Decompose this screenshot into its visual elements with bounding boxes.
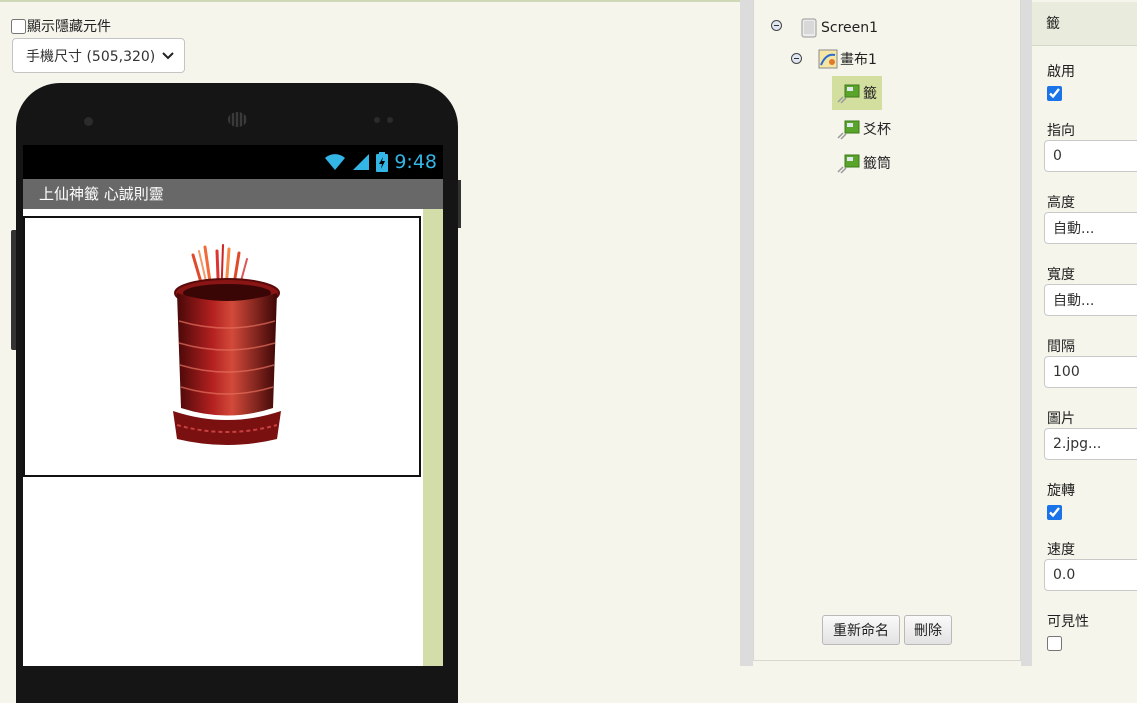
show-hidden-components-toggle[interactable]: 顯示隱藏元件: [11, 16, 111, 36]
tree-node-canvas1[interactable]: 畫布1: [818, 46, 877, 72]
tree-node-label: 爻杯: [863, 122, 891, 138]
panel-divider[interactable]: [1021, 0, 1032, 666]
phone-screen: 9:48 上仙神籤 心誠則靈: [23, 145, 443, 666]
width-input[interactable]: 自動...: [1044, 284, 1137, 316]
speed-label: 速度: [1047, 542, 1075, 558]
battery-icon: [376, 152, 389, 172]
app-title-bar: 上仙神籤 心誠則靈: [23, 179, 443, 209]
phone-sensor: [387, 117, 393, 123]
picture-input[interactable]: 2.jpg...: [1044, 428, 1137, 460]
panel-divider[interactable]: [740, 0, 753, 666]
rename-button[interactable]: 重新命名: [822, 615, 900, 645]
properties-panel: 籤 啟用 指向 0 高度 自動... 寬度 自動... 間隔 100 圖片 2.…: [1032, 0, 1137, 666]
wifi-icon: [325, 154, 346, 170]
device-size-select[interactable]: 手機尺寸 (505,320): [12, 38, 185, 73]
tree-node-label: 籤: [863, 86, 877, 102]
phone-camera: [84, 117, 93, 126]
width-label: 寬度: [1047, 267, 1075, 283]
height-label: 高度: [1047, 195, 1075, 211]
status-bar: 9:48: [23, 145, 443, 179]
visible-label: 可見性: [1047, 614, 1089, 630]
tree-node-screen1[interactable]: Screen1: [801, 13, 878, 43]
fortune-stick-cup-image[interactable]: [171, 243, 283, 447]
phone-sensor: [374, 117, 380, 123]
app-content: [23, 209, 443, 666]
sprite-icon: [837, 120, 860, 140]
tree-node-label: 畫布1: [840, 52, 877, 68]
screen-icon: [801, 18, 817, 38]
phone-speaker: [228, 112, 247, 127]
status-clock: 9:48: [394, 151, 437, 173]
enabled-label: 啟用: [1047, 64, 1075, 80]
canvas1[interactable]: [23, 216, 421, 477]
rotates-label: 旋轉: [1047, 483, 1075, 499]
screen-side-strip: [423, 209, 443, 666]
heading-label: 指向: [1047, 123, 1075, 139]
heading-input[interactable]: 0: [1044, 140, 1137, 172]
enabled-checkbox[interactable]: [1047, 86, 1062, 101]
sprite-icon: [837, 154, 860, 174]
properties-header: 籤: [1032, 2, 1137, 46]
tree-node-sprite-qiantong[interactable]: 籤筒: [837, 146, 891, 180]
chevron-down-icon: [162, 51, 174, 59]
show-hidden-label: 顯示隱藏元件: [27, 19, 111, 35]
picture-label: 圖片: [1047, 411, 1075, 427]
delete-button[interactable]: 刪除: [904, 615, 952, 645]
collapse-canvas1-icon[interactable]: [791, 53, 802, 64]
visible-checkbox[interactable]: [1047, 636, 1062, 651]
interval-label: 間隔: [1047, 339, 1075, 355]
tree-node-sprite-qian[interactable]: 籤: [832, 76, 882, 110]
height-input[interactable]: 自動...: [1044, 212, 1137, 244]
tree-node-label: 籤筒: [863, 156, 891, 172]
speed-input[interactable]: 0.0: [1044, 559, 1137, 591]
sprite-icon: [837, 84, 860, 104]
top-border: [0, 0, 740, 2]
rotates-checkbox[interactable]: [1047, 505, 1062, 520]
canvas-icon: [818, 49, 838, 69]
tree-node-label: Screen1: [821, 20, 879, 36]
show-hidden-checkbox[interactable]: [11, 18, 26, 34]
collapse-screen1-icon[interactable]: [771, 20, 782, 31]
signal-icon: [353, 154, 370, 170]
device-size-value: 手機尺寸 (505,320): [26, 48, 156, 65]
components-panel: Screen1 畫布1 籤 爻杯 籤筒 重新命名 刪除: [753, 0, 1021, 661]
interval-input[interactable]: 100: [1044, 356, 1137, 388]
tree-node-sprite-jiaobei[interactable]: 爻杯: [837, 112, 891, 146]
